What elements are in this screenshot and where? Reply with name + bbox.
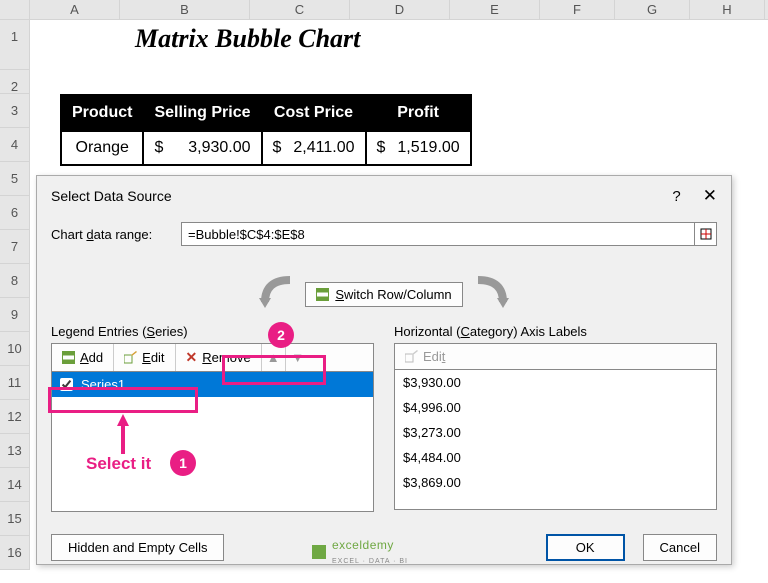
- add-table-icon: [62, 351, 75, 364]
- th-cost: Cost Price: [262, 95, 366, 131]
- edit-icon: [124, 351, 137, 364]
- col-D[interactable]: D: [350, 0, 450, 19]
- close-icon[interactable]: ✕: [703, 186, 717, 206]
- legend-listbox[interactable]: Series1: [51, 372, 374, 512]
- move-down-button[interactable]: ▼: [286, 344, 310, 371]
- list-item[interactable]: Series1: [52, 372, 373, 397]
- remove-x-icon: ✕: [186, 349, 198, 366]
- chart-data-range-label: Chart data range:: [51, 227, 171, 242]
- col-A[interactable]: A: [30, 0, 120, 19]
- table-icon: [316, 288, 329, 301]
- col-F[interactable]: F: [540, 0, 615, 19]
- switch-row-column-button[interactable]: Switch Row/Column: [305, 282, 462, 307]
- th-selling: Selling Price: [143, 95, 261, 131]
- cancel-button[interactable]: Cancel: [643, 534, 717, 561]
- list-item[interactable]: $4,484.00: [395, 445, 716, 470]
- help-icon[interactable]: ?: [672, 188, 680, 205]
- row-headers: 1 2 3 4 5 6 7 8 9 10 11 12 13 14 15 16: [0, 20, 30, 570]
- brand-watermark: exceldemy EXCEL · DATA · BI: [312, 538, 408, 566]
- legend-toolbar: Add Edit ✕Remove ▲ ▼: [51, 343, 374, 372]
- horizontal-axis-label: Horizontal (Category) Axis Labels: [394, 324, 717, 339]
- list-item[interactable]: $3,869.00: [395, 470, 716, 495]
- col-H[interactable]: H: [690, 0, 765, 19]
- chart-data-range-input[interactable]: [181, 222, 717, 246]
- legend-entries-label: Legend Entries (Series): [51, 324, 374, 339]
- dialog-title: Select Data Source: [51, 188, 172, 204]
- col-G[interactable]: G: [615, 0, 690, 19]
- edit-category-button[interactable]: Edit: [395, 344, 455, 369]
- select-data-source-dialog: Select Data Source ? ✕ Chart data range:…: [36, 175, 732, 565]
- series-checkbox[interactable]: [60, 378, 73, 391]
- category-listbox[interactable]: $3,930.00 $4,996.00 $3,273.00 $4,484.00 …: [394, 370, 717, 510]
- col-E[interactable]: E: [450, 0, 540, 19]
- th-product: Product: [61, 95, 143, 131]
- edit-icon: [405, 350, 418, 363]
- range-picker-icon[interactable]: [694, 223, 716, 245]
- edit-button[interactable]: Edit: [114, 344, 175, 371]
- data-table: Product Selling Price Cost Price Profit …: [60, 94, 472, 166]
- series-item-label: Series1: [81, 377, 125, 392]
- column-headers: A B C D E F G H: [0, 0, 768, 20]
- col-B[interactable]: B: [120, 0, 250, 19]
- arrow-right-icon: [473, 276, 513, 312]
- brand-logo-icon: [312, 545, 326, 559]
- hidden-empty-cells-button[interactable]: Hidden and Empty Cells: [51, 534, 224, 561]
- list-item[interactable]: $3,273.00: [395, 420, 716, 445]
- move-up-button[interactable]: ▲: [262, 344, 286, 371]
- remove-button[interactable]: ✕Remove: [176, 344, 262, 371]
- ok-button[interactable]: OK: [546, 534, 625, 561]
- page-title: Matrix Bubble Chart: [135, 24, 360, 54]
- category-toolbar: Edit: [394, 343, 717, 370]
- table-row[interactable]: Orange $3,930.00 $2,411.00 $1,519.00: [61, 131, 471, 165]
- col-C[interactable]: C: [250, 0, 350, 19]
- list-item[interactable]: $3,930.00: [395, 370, 716, 395]
- arrow-left-icon: [255, 276, 295, 312]
- add-button[interactable]: Add: [52, 344, 114, 371]
- list-item[interactable]: $4,996.00: [395, 395, 716, 420]
- th-profit: Profit: [366, 95, 471, 131]
